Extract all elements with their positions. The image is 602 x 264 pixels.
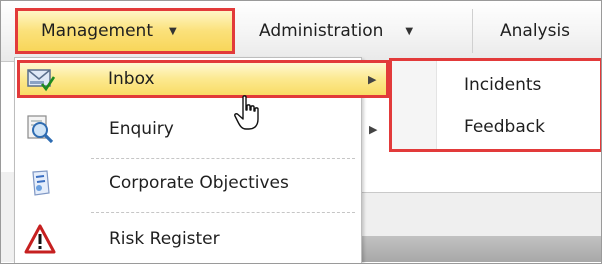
menu-analysis-label: Analysis — [500, 21, 571, 41]
chevron-right-icon: ▶ — [368, 72, 377, 86]
menu-administration[interactable]: Administration ▼ — [237, 9, 473, 53]
submenu-item-incidents[interactable]: Incidents — [464, 75, 541, 95]
inbox-submenu: Incidents Feedback — [389, 58, 601, 152]
dropdown-item-inbox-label: Inbox — [108, 69, 155, 89]
menu-analysis[interactable]: Analysis — [474, 9, 601, 53]
chevron-down-icon: ▼ — [169, 25, 177, 37]
dropdown-item-inbox[interactable]: Inbox ▶ — [17, 60, 389, 98]
dropdown-item-enquiry-label: Enquiry — [109, 119, 174, 139]
hand-cursor-icon — [234, 95, 259, 130]
inbox-icon — [24, 62, 58, 96]
dropdown-item-corporate-objectives-label: Corporate Objectives — [109, 173, 289, 193]
dropdown-item-corporate-objectives[interactable]: Corporate Objectives — [17, 162, 357, 204]
page-header-band — [359, 236, 601, 262]
menu-separator — [91, 212, 355, 213]
menu-separator — [91, 158, 355, 159]
dropdown-item-enquiry[interactable]: Enquiry ▶ — [17, 108, 377, 150]
corporate-objectives-icon — [23, 166, 57, 200]
submenu-icon-column — [392, 61, 437, 149]
enquiry-icon — [23, 112, 57, 146]
top-menu-bar: Management ▼ Administration ▼ Analysis — [1, 1, 601, 62]
menu-management-label: Management — [41, 21, 153, 41]
menu-administration-label: Administration — [259, 21, 384, 41]
page-left-edge — [1, 172, 15, 262]
warning-icon — [23, 222, 57, 256]
dropdown-item-risk-register[interactable]: Risk Register — [17, 218, 357, 260]
dropdown-item-risk-register-label: Risk Register — [109, 229, 220, 249]
chevron-down-icon: ▼ — [405, 25, 414, 37]
chevron-right-icon: ▶ — [369, 122, 378, 136]
management-dropdown: Inbox ▶ Enquiry ▶ Corporate Objectives R… — [14, 57, 389, 263]
window-frame: Management ▼ Administration ▼ Analysis I… — [0, 0, 602, 264]
submenu-item-feedback[interactable]: Feedback — [464, 117, 545, 137]
page-toolbar-band — [359, 192, 601, 237]
menu-management[interactable]: Management ▼ — [15, 8, 235, 54]
